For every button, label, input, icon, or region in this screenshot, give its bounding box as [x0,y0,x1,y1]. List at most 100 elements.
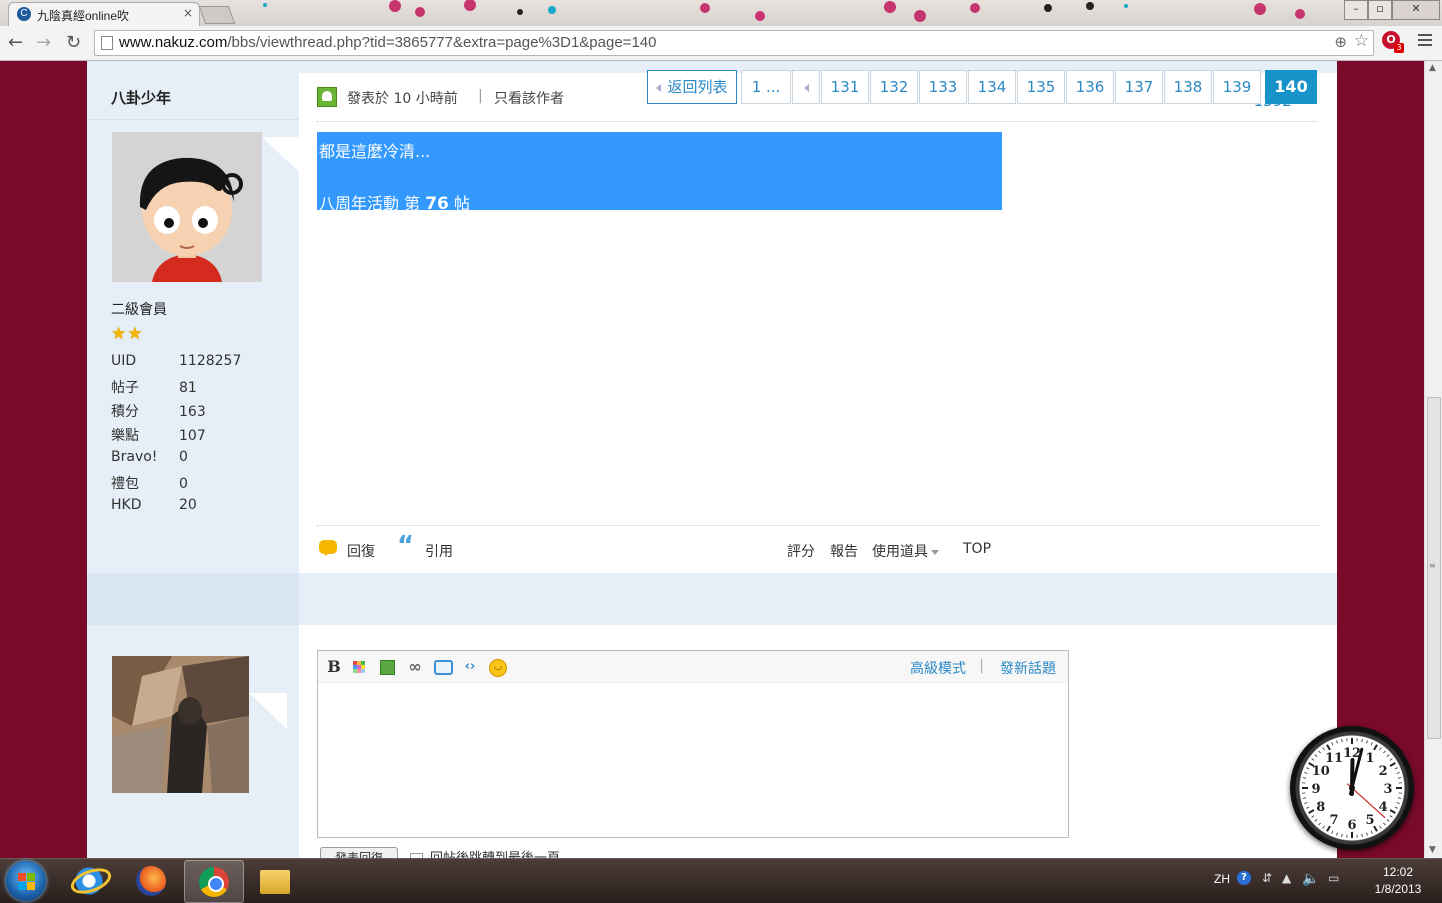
clock-numeral: 5 [1365,813,1374,828]
scroll-up-icon[interactable]: ▲ [1429,63,1436,73]
windows-taskbar: ZH ? ⇵ ▲ 🔈 ▭ 12:02 1/8/2013 [0,858,1442,903]
page-link[interactable]: 135 [1017,70,1065,104]
forum-content: 八卦少年 二級會員 ★★ UID1128257 帖子81 積分163 [87,61,1337,858]
wrench-menu-icon[interactable] [1418,34,1432,49]
desktop-clock-gadget[interactable]: 121234567891011 [1290,726,1414,850]
page-first-link[interactable]: 1 ... [741,70,791,104]
clock-tick [1337,740,1338,743]
clock-tick [1371,831,1372,834]
reply-bubble-icon[interactable] [319,540,337,554]
stat-row: HKD20 [111,497,241,521]
bookmark-star-icon[interactable]: ☆ [1354,31,1369,51]
smiley-icon[interactable]: ◡ [489,659,507,677]
insert-image-icon[interactable] [380,660,395,675]
report-button[interactable]: 報告 [830,541,858,561]
clock-tick [1390,810,1395,813]
reply-button[interactable]: 回復 [347,541,375,561]
volume-icon[interactable]: 🔈 [1302,871,1319,887]
clock-tick [1332,742,1333,745]
clock-tick [1304,803,1307,804]
page-current: 140 [1265,70,1317,104]
page-link[interactable]: 137 [1115,70,1163,104]
minimize-icon[interactable]: – [1344,0,1368,20]
clock-tick [1398,778,1401,779]
show-hidden-icons-icon[interactable]: ▲ [1282,871,1291,885]
network-icon[interactable]: ▭ [1328,871,1339,885]
clock-tick [1397,803,1400,804]
vertical-scrollbar[interactable]: ▲ ≡ ▼ [1424,61,1442,858]
page-link[interactable]: 133 [919,70,967,104]
start-button[interactable] [6,861,46,901]
browser-tab-active[interactable]: C 九陰真經online吹 × [8,2,200,27]
clock-tick [1367,833,1368,836]
taskbar-explorer-icon[interactable] [246,860,304,901]
taskbar-chrome-icon[interactable] [184,860,244,903]
tab-close-icon[interactable]: × [183,6,193,20]
insert-code-icon[interactable]: ‹› [462,659,478,675]
use-tool-button[interactable]: 使用道具 [872,541,939,561]
post-body-line: 八周年活動 第 76 帖 [319,190,470,214]
maximize-icon[interactable]: ▫ [1368,0,1392,20]
author-stats: UID1128257 帖子81 積分163 樂點107 Bravo!0 禮包0 … [111,353,241,521]
clock-tick [1395,807,1398,808]
advanced-mode-link[interactable]: 高級模式 [910,658,966,678]
author-name[interactable]: 八卦少年 [111,87,171,108]
tray-date[interactable]: 1/8/2013 [1360,882,1436,896]
member-level: 二級會員 [111,299,167,319]
scroll-down-icon[interactable]: ▼ [1429,845,1436,855]
top-link[interactable]: TOP [963,541,991,557]
only-author-link[interactable]: 只看該作者 [494,88,564,108]
page-link[interactable]: 131 [821,70,869,104]
taskbar-ie-icon[interactable] [60,860,118,901]
quote-button[interactable]: 引用 [425,541,453,561]
chevron-down-icon [931,550,939,555]
zoom-icon[interactable]: ⊕ [1334,33,1347,51]
clock-tick [1371,742,1372,745]
post-time: 發表於 10 小時前 [347,88,458,108]
page-link[interactable]: 139 [1213,70,1261,104]
new-tab-button[interactable] [199,6,236,24]
clock-tick [1383,751,1385,753]
clock-tick [1342,834,1343,837]
insert-link-icon[interactable]: ∞ [407,659,423,675]
user-online-icon [317,87,337,107]
insert-quote-icon[interactable] [434,660,453,675]
reload-icon[interactable]: ↻ [66,32,81,54]
address-bar[interactable]: www.nakuz.com/bbs/viewthread.php?tid=386… [94,30,1374,56]
page-prev-button[interactable] [792,70,820,104]
stat-row: UID1128257 [111,353,241,377]
bold-button[interactable]: B [326,659,342,675]
page-link[interactable]: 138 [1164,70,1212,104]
rate-button[interactable]: 評分 [787,541,815,561]
clock-tick [1323,826,1325,828]
back-arrow-icon[interactable]: ← [8,32,23,54]
url-text[interactable]: www.nakuz.com/bbs/viewthread.php?tid=386… [119,34,656,51]
clock-tick [1303,778,1306,779]
font-color-icon[interactable] [353,661,365,673]
page-link[interactable]: 136 [1066,70,1114,104]
close-window-icon[interactable]: ✕ [1392,0,1440,20]
quote-icon[interactable]: “ [397,535,414,557]
forward-arrow-icon[interactable]: → [36,32,51,54]
clock-tick [1380,748,1382,750]
author-avatar[interactable] [112,132,262,282]
pager-row [87,573,1337,625]
clock-tick [1337,833,1338,836]
back-to-list-button[interactable]: 返回列表 [647,70,737,104]
ime-options-icon[interactable]: ⇵ [1262,871,1272,885]
clock-tick [1380,826,1382,828]
new-topic-link[interactable]: 發新話題 [1000,658,1056,678]
clock-tick [1387,819,1389,821]
editor-separator: | [979,658,984,674]
page-link[interactable]: 134 [968,70,1016,104]
clock-tick [1315,819,1317,821]
page-link[interactable]: 132 [870,70,918,104]
submit-reply-button[interactable]: 發表回復 [320,847,398,858]
tray-time[interactable]: 12:02 [1370,865,1426,879]
post-body-selected[interactable]: 都是這麼冷清... 八周年活動 第 76 帖 [317,132,1002,210]
language-indicator[interactable]: ZH [1214,872,1230,886]
taskbar-firefox-icon[interactable] [122,860,180,901]
clock-tick [1387,755,1389,757]
help-icon[interactable]: ? [1237,871,1251,885]
reply-textarea[interactable] [318,683,1068,837]
